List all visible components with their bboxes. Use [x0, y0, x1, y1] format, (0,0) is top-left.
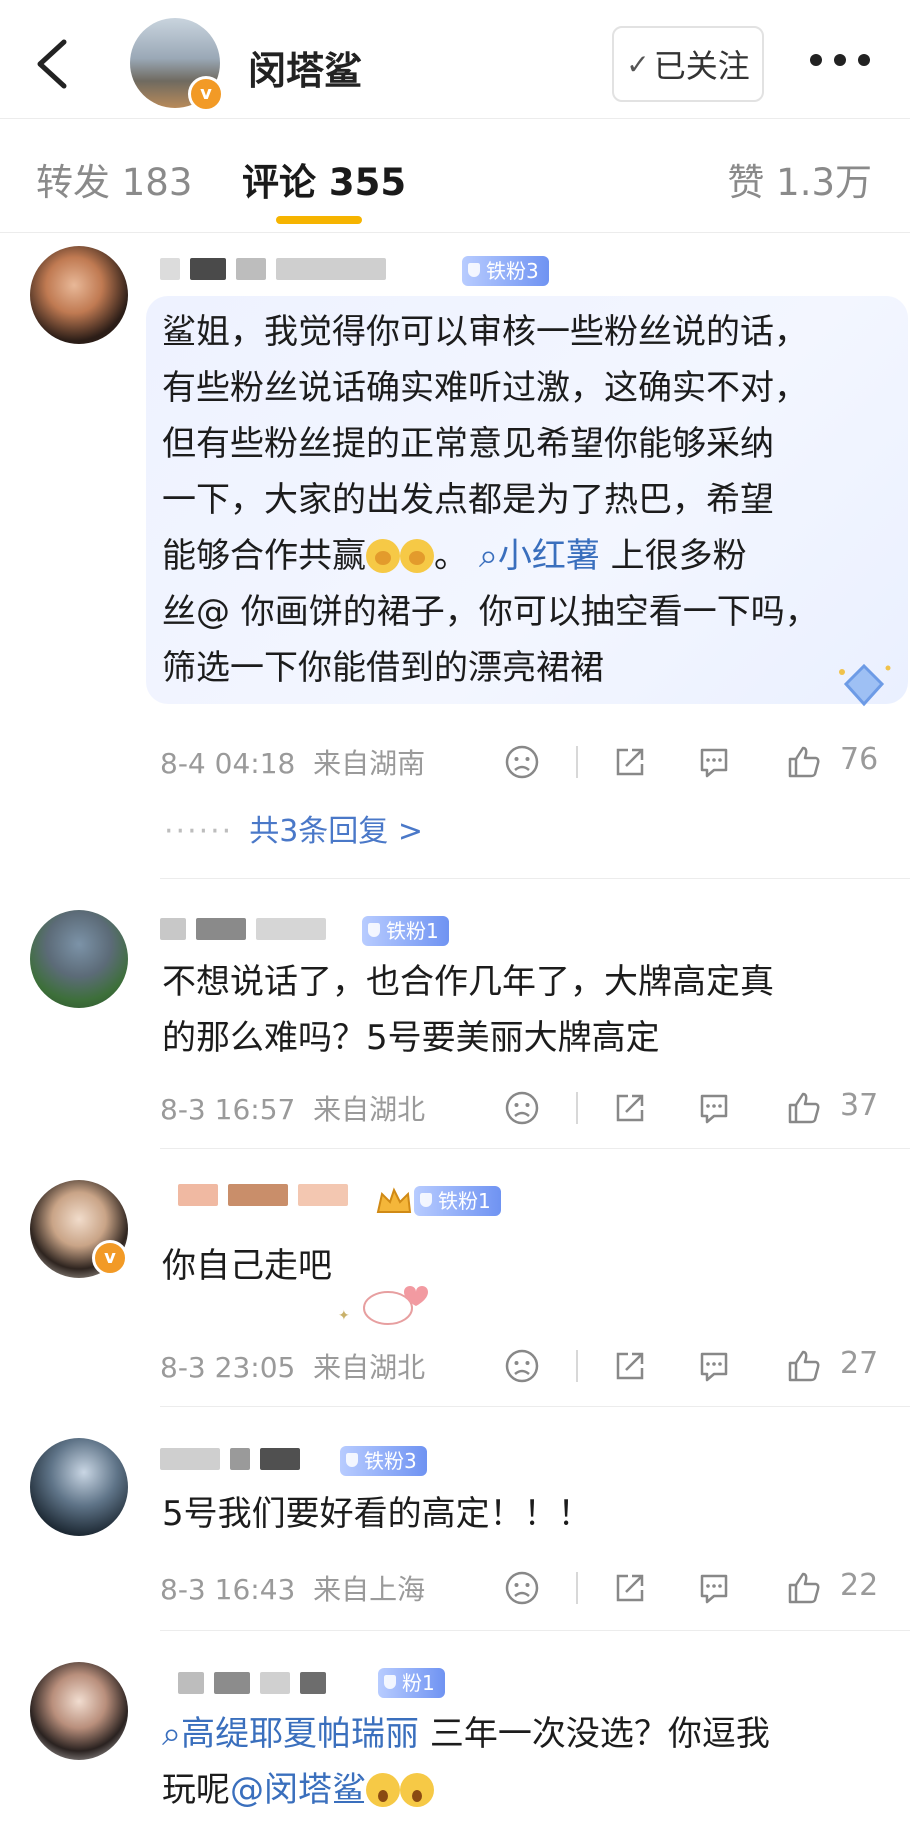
- fan-level-badge: 铁粉3: [340, 1446, 427, 1476]
- action-separator: [576, 1572, 578, 1604]
- action-separator: [576, 1350, 578, 1382]
- comment-divider: [160, 1406, 910, 1407]
- comment-icon[interactable]: [696, 1348, 732, 1384]
- comment-icon[interactable]: [696, 744, 732, 780]
- commenter-name-blurred[interactable]: [160, 258, 396, 284]
- comment-actions: 37: [500, 1084, 890, 1130]
- comment-divider: [160, 878, 910, 879]
- share-icon[interactable]: [612, 1570, 648, 1606]
- comment-text: ⌕高缇耶夏帕瑞丽 三年一次没选？你逗我 玩呢@闵塔鲨: [162, 1714, 770, 1810]
- dislike-face-icon[interactable]: [504, 1570, 540, 1606]
- comment-meta: 8-3 16:57 来自湖北: [160, 1093, 426, 1126]
- verified-badge-icon: v: [188, 76, 224, 112]
- shocked-emoji-icon: [400, 1773, 434, 1807]
- dislike-face-icon[interactable]: [504, 1348, 540, 1384]
- top-bar: v 闵塔鲨 ✓ 已关注: [0, 0, 910, 119]
- search-icon: ⌕: [478, 536, 498, 576]
- fan-level-badge: 铁粉1: [414, 1186, 501, 1216]
- commenter-avatar[interactable]: [30, 910, 128, 1008]
- search-topic-link[interactable]: ⌕小红薯: [479, 536, 600, 576]
- svg-text:✦: ✦: [338, 1308, 350, 1324]
- commenter-name-blurred[interactable]: [160, 1448, 310, 1474]
- action-separator: [576, 1092, 578, 1124]
- back-arrow-icon[interactable]: [30, 36, 74, 92]
- comment-actions: 22: [500, 1564, 890, 1610]
- tab-comments[interactable]: 评论 355: [242, 152, 406, 206]
- share-icon[interactable]: [612, 744, 648, 780]
- comment-divider: [160, 1148, 910, 1149]
- like-count: 27: [840, 1346, 879, 1381]
- like-count: 37: [840, 1088, 879, 1123]
- action-separator: [576, 746, 578, 778]
- comment-icon[interactable]: [696, 1090, 732, 1126]
- comment-actions: 27: [500, 1342, 890, 1388]
- pleading-emoji-icon: [366, 539, 400, 573]
- view-replies-link[interactable]: ······ 共3条回复 >: [164, 806, 423, 850]
- tabs-divider: [0, 232, 910, 233]
- fan-level-badge: 铁粉1: [362, 916, 449, 946]
- more-options-icon[interactable]: [810, 52, 870, 68]
- cute-sticker-icon: ✦: [338, 1286, 428, 1325]
- diamond-decoration-icon: [839, 663, 891, 707]
- commenter-name-blurred[interactable]: [178, 1672, 336, 1698]
- search-topic-link[interactable]: ⌕高缇耶夏帕瑞丽: [162, 1714, 419, 1754]
- fan-level-badge: 铁粉3: [462, 256, 549, 286]
- like-count: 22: [840, 1568, 879, 1603]
- comment-divider: [160, 1630, 910, 1631]
- mention-link[interactable]: @闵塔鲨: [230, 1770, 366, 1810]
- comment-text: 你自己走吧: [162, 1246, 332, 1286]
- comment-text: 鲨姐，我觉得你可以审核一些粉丝说的话， 有些粉丝说话确实难听过激，这确实不对， …: [162, 312, 819, 688]
- comment-text: 5号我们要好看的高定！！！: [162, 1494, 592, 1534]
- dislike-face-icon[interactable]: [504, 744, 540, 780]
- pleading-emoji-icon: [400, 539, 434, 573]
- share-icon[interactable]: [612, 1348, 648, 1384]
- like-thumb-icon[interactable]: [786, 1570, 822, 1606]
- shocked-emoji-icon: [366, 1773, 400, 1807]
- like-thumb-icon[interactable]: [786, 1090, 822, 1126]
- dislike-face-icon[interactable]: [504, 1090, 540, 1126]
- comment-meta: 8-4 04:18 来自湖南: [160, 747, 426, 780]
- commenter-avatar[interactable]: [30, 246, 128, 344]
- verified-badge-icon: v: [92, 1240, 128, 1276]
- like-thumb-icon[interactable]: [786, 744, 822, 780]
- check-icon: ✓: [626, 47, 650, 81]
- comment-meta: 8-3 23:05 来自湖北: [160, 1351, 426, 1384]
- tab-reposts[interactable]: 转发 183: [36, 152, 192, 206]
- active-tab-indicator: [276, 216, 362, 224]
- share-icon[interactable]: [612, 1090, 648, 1126]
- comment-text: 不想说话了，也合作几年了，大牌高定真 的那么难吗？5号要美丽大牌高定: [162, 962, 774, 1058]
- fan-level-badge: 粉1: [378, 1668, 445, 1698]
- commenter-name-blurred[interactable]: [160, 918, 336, 944]
- like-thumb-icon[interactable]: [786, 1348, 822, 1384]
- account-name[interactable]: 闵塔鲨: [248, 40, 362, 95]
- comment-actions: 76: [500, 738, 890, 784]
- commenter-avatar[interactable]: [30, 1662, 128, 1760]
- follow-label: 已关注: [653, 47, 750, 85]
- fan-crown-icon: [376, 1187, 412, 1213]
- tab-likes[interactable]: 赞 1.3万: [727, 152, 872, 206]
- follow-button[interactable]: ✓ 已关注: [612, 26, 764, 102]
- comment-meta: 8-3 16:43 来自上海: [160, 1573, 426, 1606]
- search-icon: ⌕: [162, 1714, 182, 1754]
- commenter-name-blurred[interactable]: [178, 1184, 358, 1210]
- comment-icon[interactable]: [696, 1570, 732, 1606]
- commenter-avatar[interactable]: [30, 1438, 128, 1536]
- like-count: 76: [840, 742, 879, 777]
